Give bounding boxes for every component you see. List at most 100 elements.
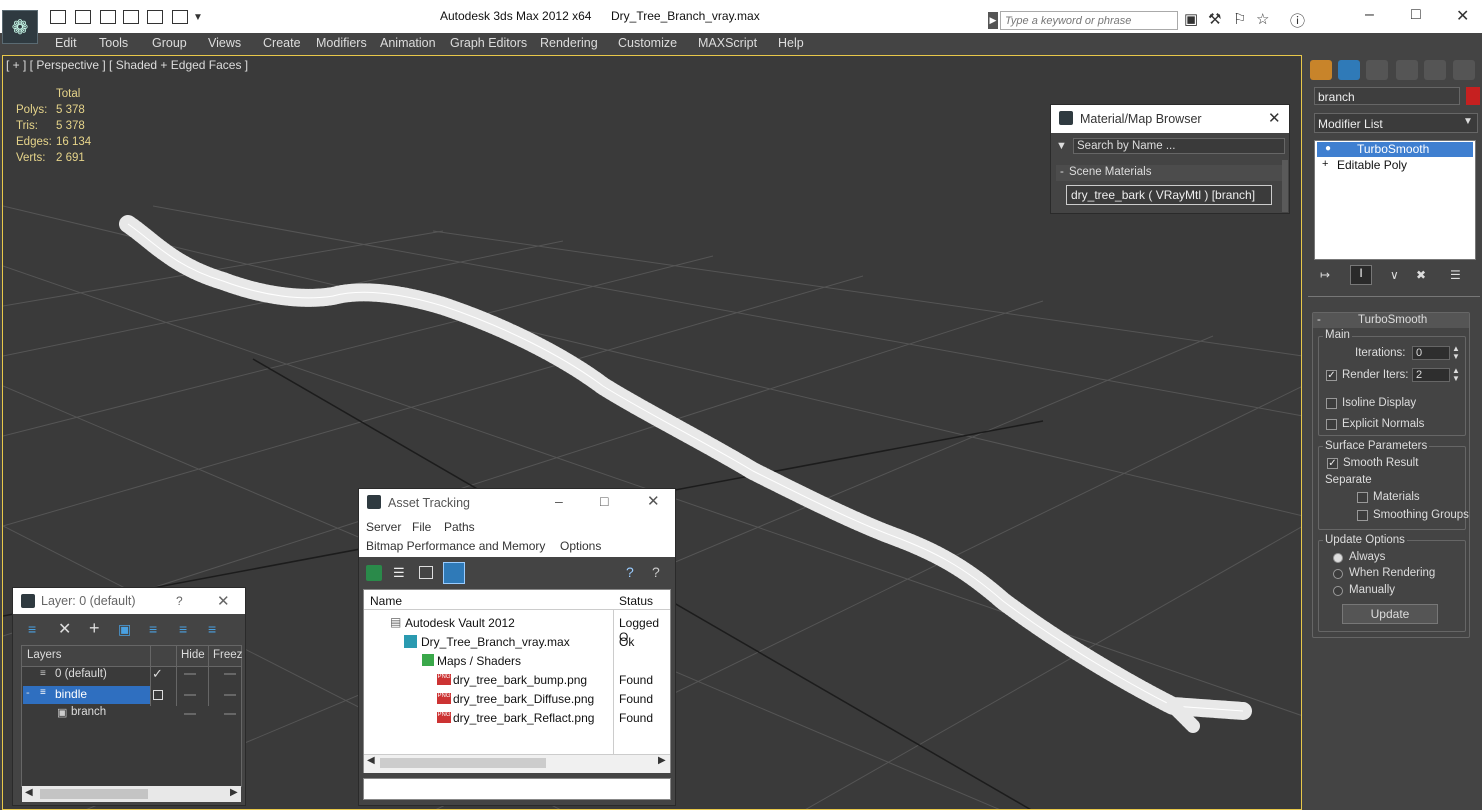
make-unique-icon[interactable]: ∨ [1390, 268, 1399, 282]
modify-tab-icon[interactable] [1338, 60, 1360, 80]
hide-toggle[interactable] [184, 713, 196, 715]
save-file-icon[interactable] [100, 10, 116, 24]
table-row[interactable]: Dry_Tree_Branch_vray.max Ok [364, 632, 670, 651]
render-iters-spinner[interactable]: 2 [1412, 368, 1450, 382]
column-freeze[interactable]: Freez [213, 649, 242, 661]
delete-layer-icon[interactable]: ✕ [58, 619, 71, 639]
menu-tools[interactable]: Tools [99, 36, 128, 50]
scroll-left-icon[interactable]: ◀ [367, 755, 375, 766]
materials-checkbox[interactable] [1357, 492, 1368, 503]
asset-minimize-icon[interactable]: – [555, 493, 563, 509]
asset-settings-icon[interactable]: ? [652, 564, 660, 580]
render-iters-spinner-arrows-icon[interactable]: ▲ ▼ [1452, 367, 1460, 383]
project-folder-icon[interactable] [172, 10, 188, 24]
highlight-layer-icon[interactable]: ≡ [149, 621, 157, 637]
menu-modifiers[interactable]: Modifiers [316, 36, 367, 50]
manually-radio[interactable] [1333, 586, 1343, 596]
object-color-swatch[interactable] [1466, 87, 1480, 105]
explicit-normals-checkbox[interactable] [1326, 419, 1337, 430]
current-layer-check-icon[interactable]: ✓ [152, 666, 163, 682]
update-button[interactable]: Update [1342, 604, 1438, 624]
asset-maximize-icon[interactable]: □ [600, 493, 608, 509]
menu-create[interactable]: Create [263, 36, 301, 50]
expand-plus-icon[interactable]: + [1322, 158, 1328, 170]
search-input[interactable]: Type a keyword or phrase [1000, 11, 1178, 30]
create-layer-icon[interactable]: ≡ [28, 621, 36, 637]
redo-icon[interactable] [147, 10, 163, 24]
section-collapse-icon[interactable]: - [1060, 166, 1064, 178]
column-status[interactable]: Status [619, 594, 653, 608]
menu-animation[interactable]: Animation [380, 36, 436, 50]
layer-row-branch[interactable]: branch [71, 706, 106, 718]
refresh-icon[interactable] [366, 565, 382, 581]
asset-menu-options[interactable]: Options [560, 539, 601, 553]
subscription-icon[interactable]: ⚒ [1208, 10, 1221, 28]
menu-maxscript[interactable]: MAXScript [698, 36, 757, 50]
browser-options-icon[interactable]: ▼ [1056, 140, 1067, 152]
lightbulb-icon[interactable]: ● [1325, 143, 1331, 154]
set-current-layer-icon[interactable] [153, 690, 163, 700]
table-row[interactable]: Maps / Shaders [364, 651, 670, 670]
favorites-star-icon[interactable]: ☆ [1256, 10, 1269, 28]
menu-help[interactable]: Help [778, 36, 804, 50]
configure-sets-icon[interactable]: ☰ [1450, 268, 1461, 282]
material-browser-close-icon[interactable]: ✕ [1268, 109, 1281, 127]
close-icon[interactable]: ✕ [1456, 6, 1469, 26]
table-view-icon[interactable] [443, 562, 465, 584]
scrollbar-thumb[interactable] [380, 758, 546, 768]
minimize-icon[interactable]: – [1365, 6, 1374, 24]
menu-group[interactable]: Group [152, 36, 187, 50]
menu-edit[interactable]: Edit [55, 36, 77, 50]
column-hide[interactable]: Hide [181, 649, 205, 661]
iterations-spinner[interactable]: 0 [1412, 346, 1450, 360]
layer-row-bindle[interactable]: bindle [55, 687, 87, 701]
smoothing-groups-checkbox[interactable] [1357, 510, 1368, 521]
layer-help-icon[interactable]: ? [176, 594, 183, 608]
asset-close-icon[interactable]: ✕ [647, 492, 660, 510]
binoculars-icon[interactable]: ▣ [1184, 10, 1198, 28]
render-iters-checkbox[interactable]: ✓ [1326, 370, 1337, 381]
new-file-icon[interactable] [50, 10, 66, 24]
stack-item-turbosmooth[interactable]: TurboSmooth [1317, 142, 1473, 157]
asset-help-icon[interactable]: ? [626, 564, 634, 580]
menu-views[interactable]: Views [208, 36, 241, 50]
modifier-list-dropdown[interactable]: Modifier List [1314, 113, 1478, 133]
scroll-right-icon[interactable]: ▶ [658, 755, 666, 766]
asset-menu-bitmap[interactable]: Bitmap Performance and Memory [366, 539, 545, 553]
show-end-result-icon[interactable]: I [1350, 265, 1372, 285]
quick-access-dropdown-icon[interactable]: ▼ [193, 12, 203, 23]
asset-path-field[interactable] [363, 778, 671, 800]
asset-menu-server[interactable]: Server [366, 520, 401, 534]
freeze-toggle[interactable] [224, 673, 236, 675]
viewport-label[interactable]: [ + ] [ Perspective ] [ Shaded + Edged F… [6, 58, 248, 72]
hide-toggle[interactable] [184, 673, 196, 675]
app-logo-icon[interactable]: ❁ [2, 10, 38, 44]
table-row[interactable]: PNG dry_tree_bark_Diffuse.png Found [364, 689, 670, 708]
material-item[interactable]: dry_tree_bark ( VRayMtl ) [branch] [1066, 185, 1272, 205]
table-row[interactable]: PNG dry_tree_bark_Reflact.png Found [364, 708, 670, 727]
layer-close-icon[interactable]: ✕ [217, 592, 230, 610]
stack-item-editable-poly[interactable]: Editable Poly [1317, 158, 1473, 173]
freeze-all-layers-icon[interactable]: ≡ [208, 621, 216, 637]
scroll-right-icon[interactable]: ▶ [230, 787, 238, 798]
collapse-minus-icon[interactable]: - [26, 687, 30, 699]
asset-menu-paths[interactable]: Paths [444, 520, 475, 534]
open-file-icon[interactable] [75, 10, 91, 24]
menu-customize[interactable]: Customize [618, 36, 677, 50]
table-row[interactable]: ▤ Autodesk Vault 2012 Logged O [364, 613, 670, 644]
utilities-tab-icon[interactable] [1453, 60, 1475, 80]
help-icon[interactable]: ⓘ [1290, 10, 1305, 31]
when-rendering-radio[interactable] [1333, 569, 1343, 579]
material-browser-scrollbar[interactable] [1282, 160, 1288, 212]
add-to-layer-icon[interactable]: + [89, 618, 100, 639]
remove-modifier-icon[interactable]: ✖ [1416, 268, 1426, 282]
always-radio[interactable] [1333, 553, 1343, 563]
chevron-down-icon[interactable]: ▼ [1463, 116, 1473, 127]
column-name[interactable]: Name [370, 594, 402, 608]
scroll-left-icon[interactable]: ◀ [25, 787, 33, 798]
search-expand-icon[interactable]: ▶ [988, 12, 998, 29]
asset-menu-file[interactable]: File [412, 520, 431, 534]
thumbnail-view-icon[interactable] [419, 566, 433, 579]
menu-rendering[interactable]: Rendering [540, 36, 598, 50]
column-layers[interactable]: Layers [27, 649, 62, 661]
